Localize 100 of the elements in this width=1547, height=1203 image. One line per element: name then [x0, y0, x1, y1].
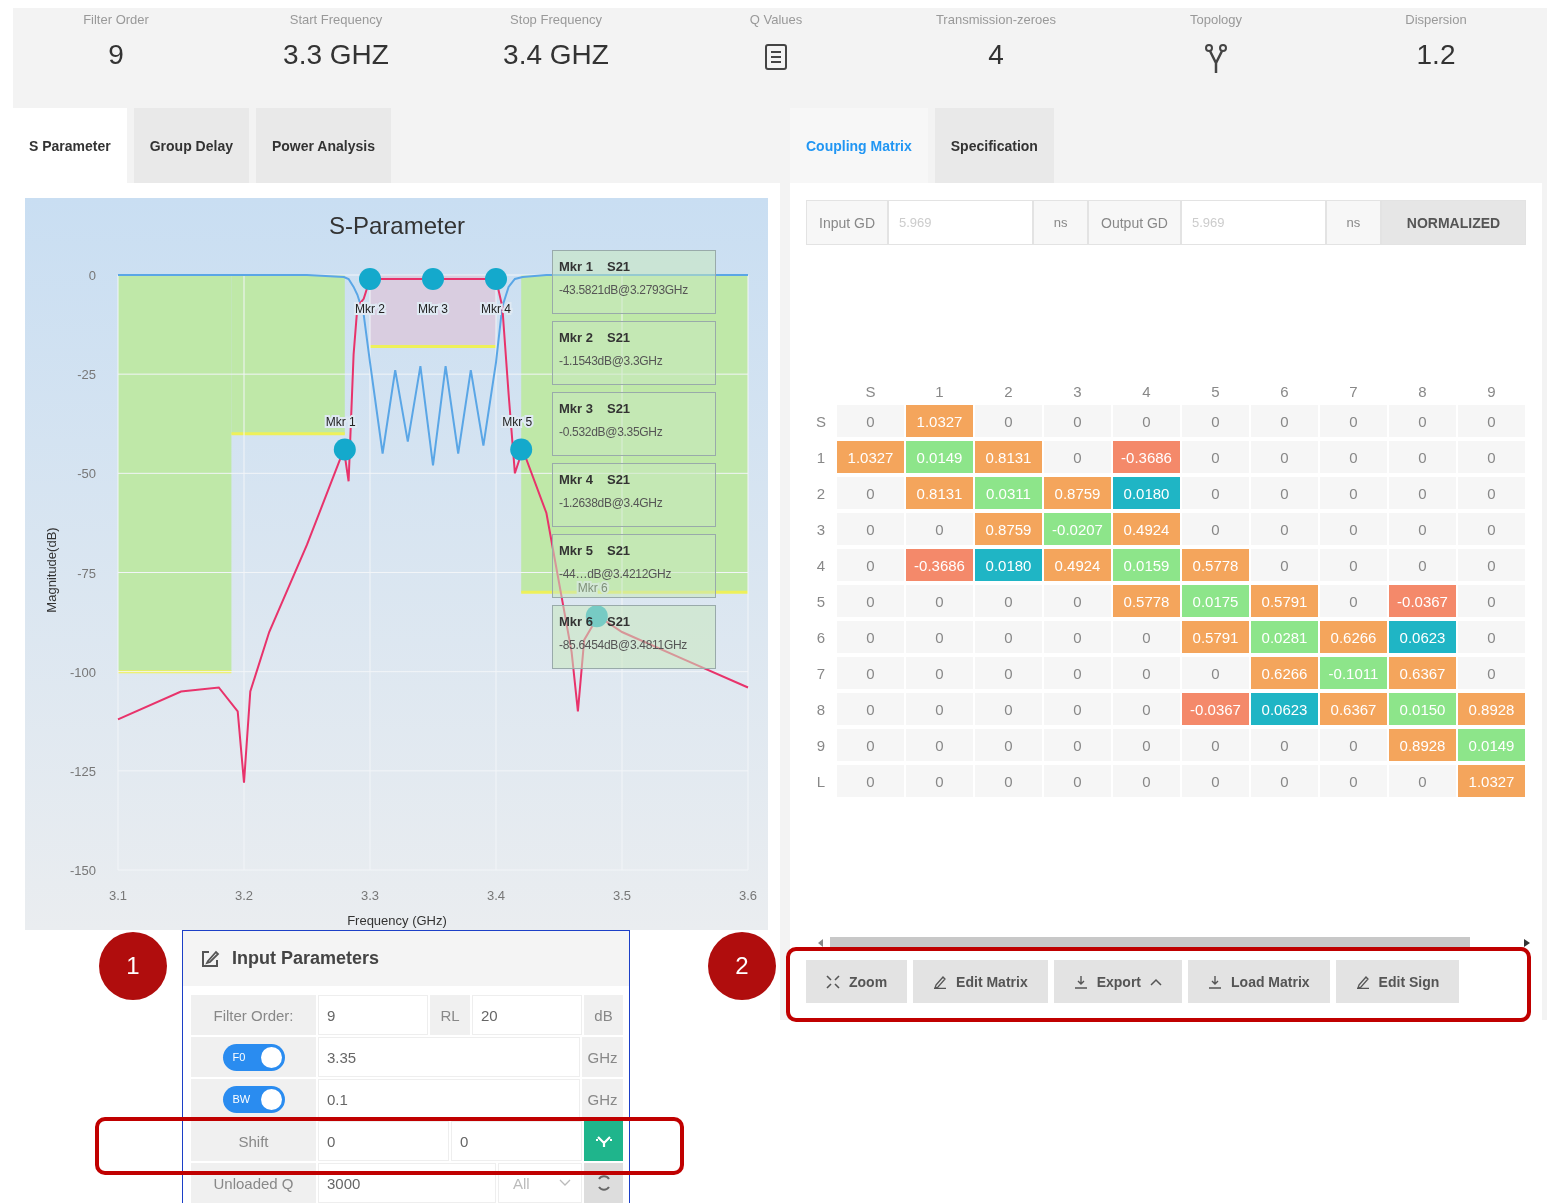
matrix-cell[interactable]: 0	[975, 765, 1042, 797]
matrix-cell[interactable]: 0	[837, 729, 904, 761]
matrix-cell[interactable]: 0.0623	[1251, 693, 1318, 725]
shift-field[interactable]: 0	[318, 1121, 449, 1161]
matrix-cell[interactable]: -0.3686	[906, 549, 973, 581]
tune-button[interactable]	[584, 1121, 623, 1161]
matrix-cell[interactable]: 0	[1182, 765, 1249, 797]
matrix-cell[interactable]: -0.0367	[1182, 693, 1249, 725]
tab[interactable]: S Parameter	[13, 108, 127, 183]
matrix-cell[interactable]: 0	[837, 549, 904, 581]
matrix-cell[interactable]: 0	[837, 657, 904, 689]
matrix-cell[interactable]: 0	[906, 693, 973, 725]
input-field[interactable]: 3.35	[318, 1037, 580, 1077]
matrix-cell[interactable]: 0	[1320, 585, 1387, 617]
matrix-cell[interactable]: 0	[1458, 657, 1525, 689]
marker-dot[interactable]	[485, 267, 507, 290]
tab[interactable]: Specification	[934, 108, 1054, 183]
matrix-cell[interactable]: 0	[1044, 729, 1111, 761]
matrix-cell[interactable]: 0	[1044, 657, 1111, 689]
matrix-cell[interactable]: 0	[1113, 657, 1180, 689]
matrix-cell[interactable]: 0	[1182, 405, 1249, 437]
matrix-cell[interactable]: 0	[1044, 693, 1111, 725]
matrix-cell[interactable]: 0	[1320, 549, 1387, 581]
matrix-cell[interactable]: 1.0327	[906, 405, 973, 437]
matrix-cell[interactable]: 0.6266	[1251, 657, 1318, 689]
matrix-cell[interactable]: 0	[906, 585, 973, 617]
input-field[interactable]: 0.1	[318, 1079, 580, 1119]
matrix-cell[interactable]: 0	[906, 729, 973, 761]
matrix-cell[interactable]: 0	[1182, 729, 1249, 761]
matrix-cell[interactable]: 0	[1458, 621, 1525, 653]
matrix-cell[interactable]: 0	[1389, 405, 1456, 437]
matrix-cell[interactable]: 0	[1389, 477, 1456, 509]
matrix-cell[interactable]: 1.0327	[1458, 765, 1525, 797]
matrix-cell[interactable]: 0	[1251, 513, 1318, 545]
matrix-cell[interactable]: 0	[1320, 477, 1387, 509]
matrix-cell[interactable]: 0	[1044, 585, 1111, 617]
matrix-cell[interactable]: 0	[1458, 405, 1525, 437]
matrix-cell[interactable]: 0	[975, 729, 1042, 761]
fork-icon[interactable]	[1204, 43, 1228, 75]
matrix-cell[interactable]: 0.4924	[1044, 549, 1111, 581]
tab[interactable]: Group Delay	[133, 108, 249, 183]
matrix-cell[interactable]: 0	[1251, 441, 1318, 473]
matrix-cell[interactable]: 0.0623	[1389, 621, 1456, 653]
matrix-cell[interactable]: 0	[1251, 549, 1318, 581]
matrix-cell[interactable]: 0	[1458, 513, 1525, 545]
matrix-cell[interactable]: 0	[1251, 405, 1318, 437]
matrix-cell[interactable]: 0	[975, 693, 1042, 725]
matrix-cell[interactable]: 0	[1458, 441, 1525, 473]
matrix-cell[interactable]: 0	[1320, 729, 1387, 761]
matrix-cell[interactable]: 0	[906, 765, 973, 797]
scroll-left-icon[interactable]	[818, 939, 824, 947]
matrix-cell[interactable]: 0.6367	[1389, 657, 1456, 689]
marker-dot[interactable]	[359, 267, 381, 290]
matrix-cell[interactable]: 0	[1113, 693, 1180, 725]
matrix-cell[interactable]: 0.8759	[1044, 477, 1111, 509]
tab[interactable]: Power Analysis	[255, 108, 391, 183]
matrix-cell[interactable]: 0	[1044, 441, 1111, 473]
toggle-switch[interactable]: BW	[222, 1085, 285, 1113]
matrix-cell[interactable]: 0.6367	[1320, 693, 1387, 725]
matrix-cell[interactable]: -0.0367	[1389, 585, 1456, 617]
matrix-cell[interactable]: 0	[1389, 441, 1456, 473]
matrix-cell[interactable]: 0	[1389, 765, 1456, 797]
matrix-cell[interactable]: 1.0327	[837, 441, 904, 473]
matrix-cell[interactable]: 0	[1182, 477, 1249, 509]
matrix-cell[interactable]: 0.4924	[1113, 513, 1180, 545]
matrix-cell[interactable]: 0	[1389, 549, 1456, 581]
marker-dot[interactable]	[510, 438, 533, 461]
matrix-cell[interactable]: 0.5791	[1251, 585, 1318, 617]
matrix-cell[interactable]: 0	[1182, 513, 1249, 545]
matrix-cell[interactable]: 0.5791	[1182, 621, 1249, 653]
marker-dot[interactable]	[333, 438, 356, 461]
matrix-cell[interactable]: 0	[837, 693, 904, 725]
matrix-cell[interactable]: 0	[1182, 657, 1249, 689]
marker-dot[interactable]	[585, 605, 608, 628]
matrix-cell[interactable]: 0	[1251, 765, 1318, 797]
matrix-cell[interactable]: 0	[1320, 765, 1387, 797]
matrix-cell[interactable]: 0	[1113, 729, 1180, 761]
matrix-cell[interactable]: 0	[837, 513, 904, 545]
matrix-cell[interactable]: 0.5778	[1182, 549, 1249, 581]
matrix-cell[interactable]: 0	[1251, 477, 1318, 509]
matrix-cell[interactable]: 0.8759	[975, 513, 1042, 545]
matrix-cell[interactable]: 0	[1044, 621, 1111, 653]
matrix-cell[interactable]: 0	[837, 621, 904, 653]
matrix-cell[interactable]: 0.5778	[1113, 585, 1180, 617]
marker-dot[interactable]	[422, 267, 444, 290]
matrix-cell[interactable]: 0	[906, 657, 973, 689]
toolbar-button[interactable]: Zoom	[806, 960, 908, 1003]
rl-field[interactable]: 20	[472, 995, 582, 1035]
matrix-cell[interactable]: 0	[1389, 513, 1456, 545]
matrix-cell[interactable]: 0	[1320, 441, 1387, 473]
toolbar-button[interactable]: Edit Matrix	[913, 960, 1048, 1003]
matrix-cell[interactable]: 0	[837, 477, 904, 509]
matrix-cell[interactable]: 0	[1320, 405, 1387, 437]
matrix-cell[interactable]: 0	[1251, 729, 1318, 761]
matrix-cell[interactable]: 0	[1113, 621, 1180, 653]
matrix-cell[interactable]: 0.8928	[1389, 729, 1456, 761]
matrix-cell[interactable]: 0	[1458, 477, 1525, 509]
matrix-cell[interactable]: 0.0180	[975, 549, 1042, 581]
shift-field[interactable]: 0	[451, 1121, 582, 1161]
matrix-cell[interactable]: 0	[906, 621, 973, 653]
